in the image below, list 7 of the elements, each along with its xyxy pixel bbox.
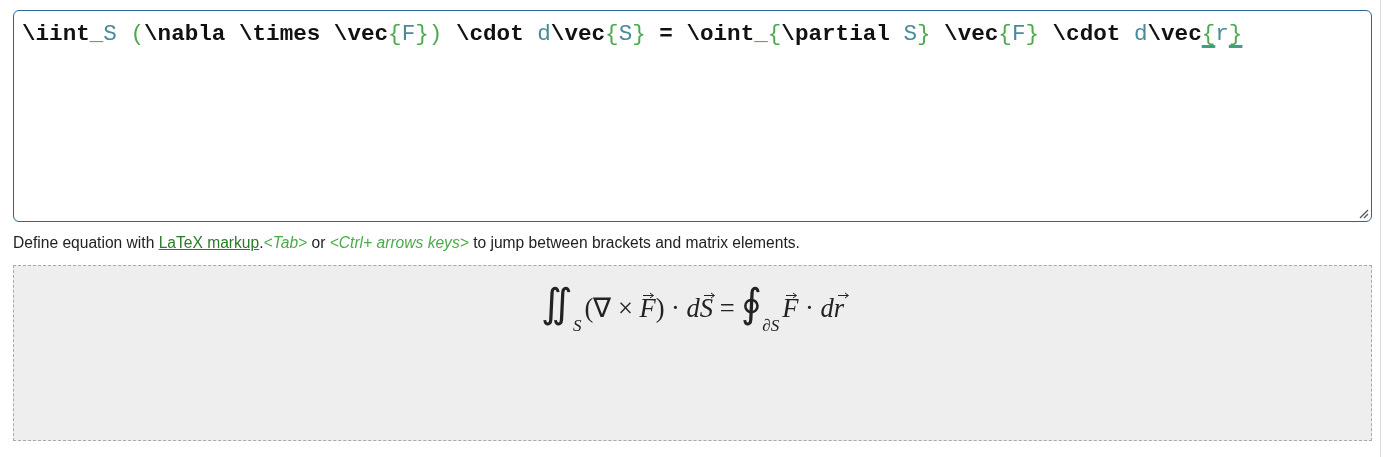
- vector-arrow-icon: [836, 292, 850, 299]
- resize-grip-icon[interactable]: [1359, 209, 1369, 219]
- vector-arrow-icon: [785, 292, 799, 299]
- help-text: Define equation with LaTeX markup.<Tab> or <Ctrl+ arrows keys> to jump between brackets and matrix elements.: [13, 234, 801, 252]
- vector-arrow-icon: [702, 292, 716, 299]
- code-editor[interactable]: \iint_S (\nabla \times \vec{F}) \cdot d\vec{S} = \oint_{\partial S} \vec{F} \cdot d\vec{r}: [13, 10, 1372, 222]
- vector-arrow-icon: [642, 292, 656, 299]
